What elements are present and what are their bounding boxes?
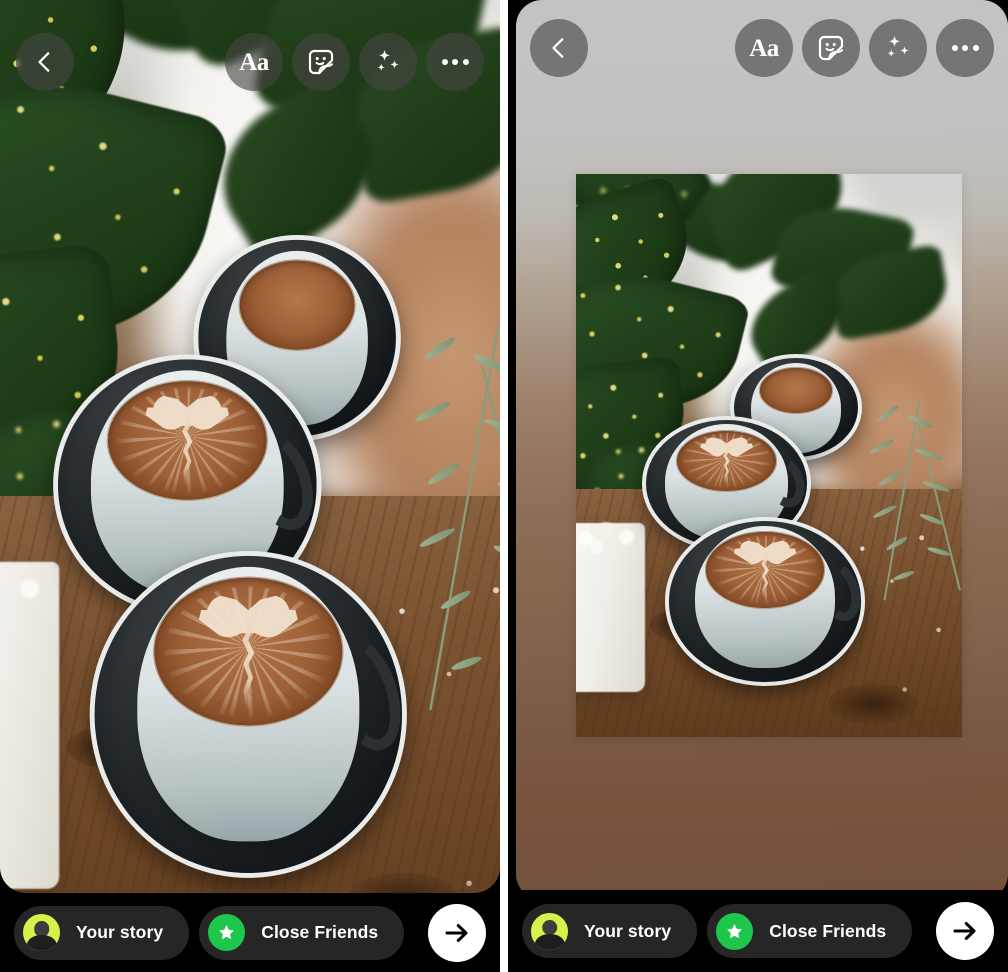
panel-divider bbox=[500, 0, 508, 972]
photo-latte-art bbox=[704, 530, 826, 609]
sticker-button[interactable] bbox=[802, 19, 860, 77]
text-tool-label: Aa bbox=[749, 34, 779, 62]
story-canvas-right[interactable] bbox=[516, 0, 1008, 900]
story-preview-panel-right: Aa Your story Close Friends bbox=[508, 0, 1008, 972]
text-tool-label: Aa bbox=[239, 48, 269, 76]
user-avatar bbox=[529, 910, 570, 952]
story-photo-right[interactable] bbox=[576, 174, 962, 737]
story-preview-panel-left: Aa Your story Close Friends bbox=[0, 0, 500, 972]
sticker-button[interactable] bbox=[292, 33, 350, 91]
your-story-label: Your story bbox=[76, 922, 164, 942]
arrow-right-icon bbox=[445, 923, 468, 942]
share-bar-right: Your story Close Friends bbox=[508, 890, 1008, 972]
photo-coffee-cup-front bbox=[89, 550, 415, 878]
photo-latte-art bbox=[153, 576, 344, 728]
close-friends-button[interactable]: Close Friends bbox=[707, 904, 913, 958]
arrow-right-icon bbox=[953, 922, 976, 940]
your-story-button[interactable]: Your story bbox=[14, 905, 190, 960]
star-icon bbox=[219, 924, 235, 940]
photo-coffee-cup-front bbox=[664, 517, 868, 687]
sparkles-icon bbox=[377, 49, 399, 72]
story-photo-right-content bbox=[576, 174, 962, 737]
share-bar-left: Your story Close Friends bbox=[0, 893, 500, 972]
your-story-label: Your story bbox=[584, 920, 672, 941]
chevron-left-icon bbox=[38, 52, 50, 72]
photo-rosemary-sprig bbox=[862, 399, 962, 602]
user-avatar bbox=[21, 912, 62, 953]
more-options-icon bbox=[441, 59, 469, 65]
close-friends-label: Close Friends bbox=[261, 922, 379, 942]
close-friends-button[interactable]: Close Friends bbox=[199, 905, 405, 960]
close-friends-label: Close Friends bbox=[769, 920, 887, 941]
sparkles-icon bbox=[887, 35, 909, 58]
back-button[interactable] bbox=[16, 33, 74, 91]
story-editor-screen: Aa Your story Close Friends Aa Your stor… bbox=[0, 0, 1008, 972]
back-button[interactable] bbox=[530, 19, 588, 77]
effects-button[interactable] bbox=[869, 19, 927, 77]
photo-pebbles bbox=[0, 539, 60, 627]
story-canvas-left[interactable] bbox=[0, 0, 500, 893]
send-button[interactable] bbox=[428, 903, 486, 962]
sticker-icon bbox=[308, 49, 334, 75]
effects-button[interactable] bbox=[359, 33, 417, 91]
star-icon bbox=[727, 923, 743, 938]
your-story-button[interactable]: Your story bbox=[522, 904, 698, 958]
more-options-button[interactable] bbox=[936, 19, 994, 77]
more-options-icon bbox=[951, 45, 979, 51]
chevron-left-icon bbox=[552, 38, 564, 58]
sticker-icon bbox=[818, 35, 844, 61]
story-photo-left bbox=[0, 0, 500, 893]
close-friends-badge bbox=[206, 912, 248, 953]
text-tool-button[interactable]: Aa bbox=[735, 19, 793, 77]
more-options-button[interactable] bbox=[426, 33, 484, 91]
text-tool-button[interactable]: Aa bbox=[225, 33, 283, 91]
close-friends-badge bbox=[714, 910, 756, 952]
photo-rosemary-sprig bbox=[401, 322, 500, 714]
photo-pebbles bbox=[576, 511, 646, 557]
send-button[interactable] bbox=[936, 902, 994, 960]
